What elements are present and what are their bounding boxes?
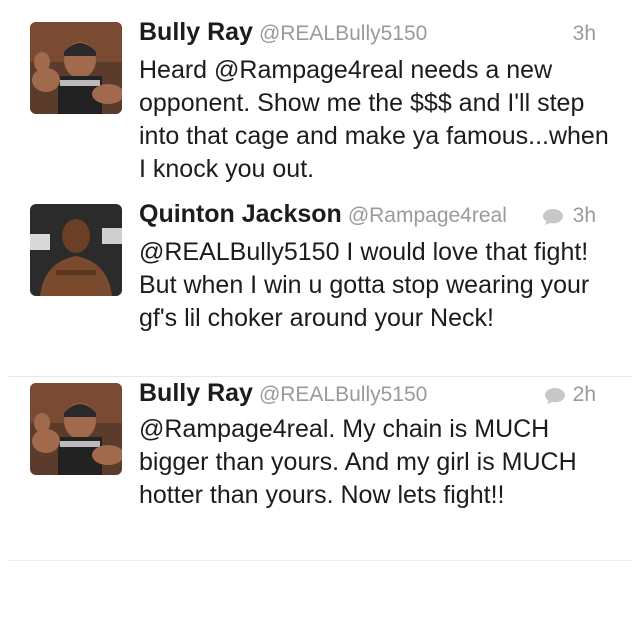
empty-tweet-slot — [8, 560, 632, 641]
avatar[interactable] — [30, 383, 122, 475]
timestamp: 3h — [572, 22, 596, 45]
reply-icon[interactable] — [542, 208, 564, 226]
reply-icon[interactable] — [544, 387, 566, 405]
timestamp: 3h — [572, 204, 596, 227]
tweet-1[interactable]: Bully Ray @REALBully5150 3h Heard @Rampag… — [8, 18, 632, 200]
author-handle[interactable]: @Rampage4real — [348, 204, 507, 227]
tweet-text: Heard @Rampage4real needs a new opponent… — [139, 56, 609, 183]
timestamp: 2h — [572, 383, 596, 406]
author-name[interactable]: Quinton Jackson — [139, 200, 342, 228]
author-name[interactable]: Bully Ray — [139, 379, 253, 407]
avatar[interactable] — [30, 204, 122, 296]
author-name[interactable]: Bully Ray — [139, 18, 253, 46]
tweet-text: @Rampage4real. My chain is MUCH bigger t… — [139, 415, 577, 509]
author-handle[interactable]: @REALBully5150 — [259, 22, 427, 45]
author-handle[interactable]: @REALBully5150 — [259, 383, 427, 406]
tweet-3[interactable]: Bully Ray @REALBully5150 2h @Rampage4real… — [8, 376, 632, 545]
tweet-2[interactable]: Quinton Jackson @Rampage4real 3h @REALBul… — [8, 200, 632, 358]
avatar[interactable] — [30, 22, 122, 114]
tweet-text: @REALBully5150 I would love that fight! … — [139, 238, 590, 332]
